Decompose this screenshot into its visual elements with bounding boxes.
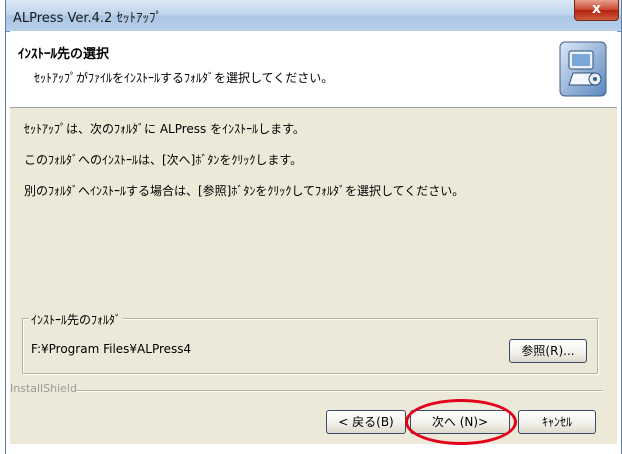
wizard-body: ｾｯﾄｱｯﾌﾟは、次のﾌｫﾙﾀﾞに ALPress をｲﾝｽﾄｰﾙします。 この… [10,108,617,445]
destination-folder-path: F:¥Program Files¥ALPress4 [31,342,192,356]
page-title: ｲﾝｽﾄｰﾙ先の選択 [18,47,110,62]
setup-window: ALPress Ver.4.2 ｾｯﾄｱｯﾌﾟ x ｲﾝｽﾄｰﾙ先の選択 ｾｯﾄ… [5,0,622,454]
close-button[interactable]: x [574,0,619,21]
info-text-2: このﾌｫﾙﾀﾞへのｲﾝｽﾄｰﾙは、[次へ]ﾎﾞﾀﾝをｸﾘｯｸします。 [24,153,303,167]
info-text-1: ｾｯﾄｱｯﾌﾟは、次のﾌｫﾙﾀﾞに ALPress をｲﾝｽﾄｰﾙします。 [24,122,305,136]
page-subtitle: ｾｯﾄｱｯﾌﾟがﾌｧｲﾙをｲﾝｽﾄｰﾙするﾌｫﾙﾀﾞを選択してください。 [34,71,334,85]
installshield-brand: InstallShield [10,382,77,395]
wizard-header: ｲﾝｽﾄｰﾙ先の選択 ｾｯﾄｱｯﾌﾟがﾌｧｲﾙをｲﾝｽﾄｰﾙするﾌｫﾙﾀﾞを選択… [10,31,617,108]
cancel-button[interactable]: ｷｬﾝｾﾙ [518,410,596,434]
window-title: ALPress Ver.4.2 ｾｯﾄｱｯﾌﾟ [13,11,162,26]
destination-folder-label: ｲﾝｽﾄｰﾙ先のﾌｫﾙﾀﾞ [29,311,124,328]
divider [76,390,603,392]
title-bar[interactable]: ALPress Ver.4.2 ｾｯﾄｱｯﾌﾟ x [6,0,621,32]
destination-folder-group: ｲﾝｽﾄｰﾙ先のﾌｫﾙﾀﾞ F:¥Program Files¥ALPress4 … [22,311,598,374]
next-button[interactable]: 次へ (N)> [410,410,510,434]
setup-computer-icon [559,41,607,97]
info-text-3: 別のﾌｫﾙﾀﾞへｲﾝｽﾄｰﾙする場合は、[参照]ﾎﾞﾀﾝをｸﾘｯｸしてﾌｫﾙﾀﾞ… [24,184,465,198]
back-button[interactable]: < 戻る(B) [326,410,406,434]
browse-button[interactable]: 参照(R)... [509,339,587,363]
